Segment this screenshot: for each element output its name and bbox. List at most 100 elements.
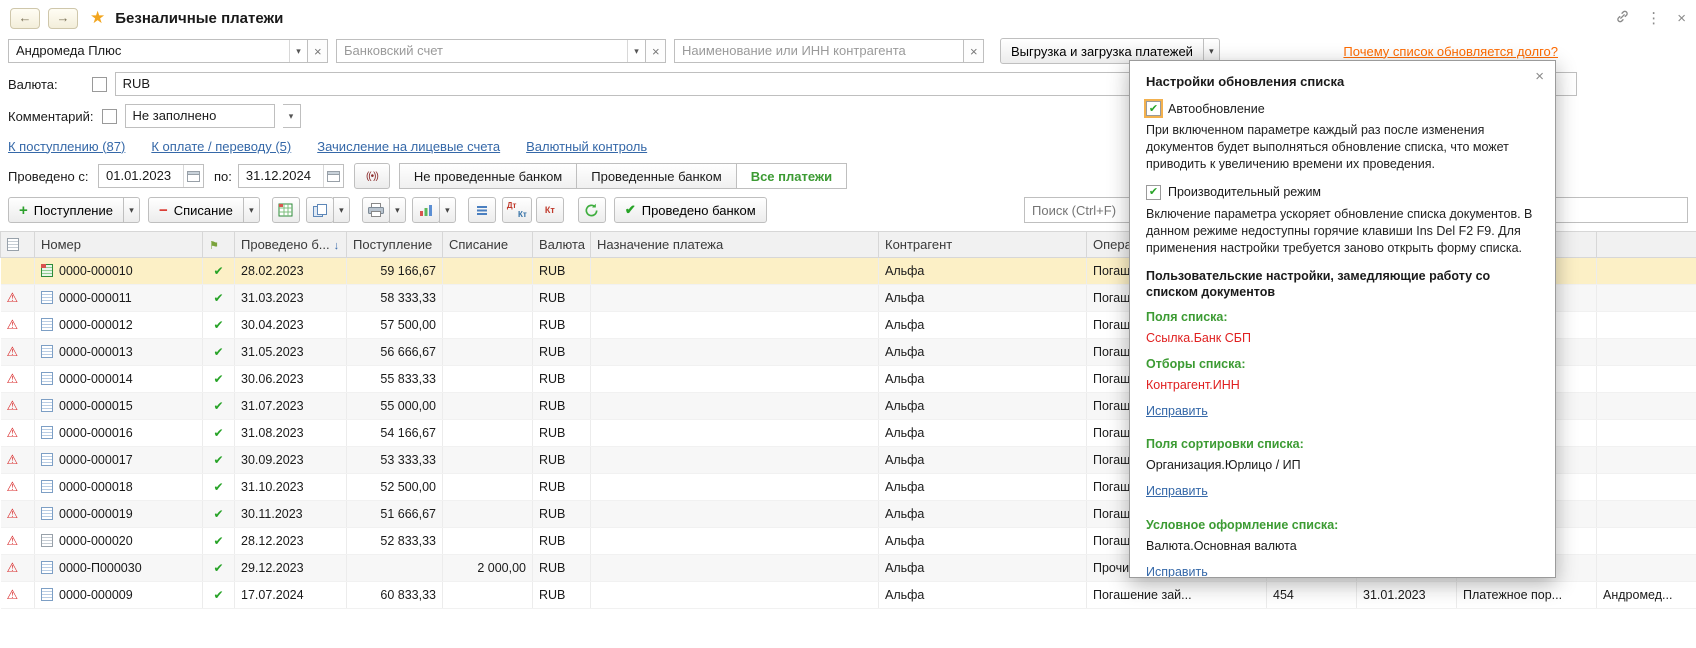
cell-posted-mark[interactable]: ✔ — [203, 312, 235, 339]
cell-receipt[interactable] — [347, 555, 443, 582]
cell-organization[interactable] — [1597, 447, 1696, 474]
header-posted-date[interactable]: Проведено б...↓ — [235, 232, 347, 258]
cell-posted-date[interactable]: 30.04.2023 — [235, 312, 347, 339]
link-to-payment[interactable]: К оплате / переводу (5) — [151, 139, 291, 154]
table-row[interactable]: ⚠0000-000009✔17.07.202460 833,33RUBАльфа… — [1, 582, 1696, 609]
cell-writeoff[interactable] — [443, 339, 533, 366]
cell-currency[interactable]: RUB — [533, 285, 591, 312]
cell-writeoff[interactable] — [443, 474, 533, 501]
cell-purpose[interactable] — [591, 366, 879, 393]
more-menu-icon[interactable]: ⋮ — [1646, 11, 1661, 26]
cell-posted-date[interactable]: 31.05.2023 — [235, 339, 347, 366]
cell-contragent[interactable]: Альфа — [879, 474, 1087, 501]
cell-contragent[interactable]: Альфа — [879, 555, 1087, 582]
cell-receipt[interactable]: 52 833,33 — [347, 528, 443, 555]
header-number[interactable]: Номер — [35, 232, 203, 258]
auto-update-checkbox[interactable]: ✔ — [1146, 101, 1161, 116]
header-posted-mark[interactable]: ⚑ — [203, 232, 235, 258]
period-from-input[interactable]: 01.01.2023 — [98, 164, 204, 188]
cell-organization[interactable] — [1597, 393, 1696, 420]
cell-status[interactable]: ⚠ — [1, 366, 35, 393]
cell-receipt[interactable]: 52 500,00 — [347, 474, 443, 501]
cell-posted-mark[interactable]: ✔ — [203, 447, 235, 474]
cell-number[interactable]: 0000-000014 — [35, 366, 203, 393]
print-dropdown-icon[interactable]: ▾ — [389, 197, 406, 223]
list-settings-button[interactable] — [468, 197, 496, 223]
cell-contragent[interactable]: Альфа — [879, 501, 1087, 528]
copy-documents-button[interactable] — [306, 197, 334, 223]
cell-number[interactable]: 0000-П000030 — [35, 555, 203, 582]
calendar-icon[interactable] — [183, 165, 203, 187]
cell-currency[interactable]: RUB — [533, 447, 591, 474]
cell-status[interactable]: ⚠ — [1, 582, 35, 609]
cell-writeoff[interactable]: 2 000,00 — [443, 555, 533, 582]
cell-contragent[interactable]: Альфа — [879, 366, 1087, 393]
refresh-button[interactable] — [578, 197, 606, 223]
cell-status[interactable]: ⚠ — [1, 474, 35, 501]
cell-posted-date[interactable]: 17.07.2024 — [235, 582, 347, 609]
cell-posted-date[interactable]: 31.07.2023 — [235, 393, 347, 420]
cell-status[interactable]: ⚠ — [1, 285, 35, 312]
header-writeoff[interactable]: Списание — [443, 232, 533, 258]
cell-contragent[interactable]: Альфа — [879, 528, 1087, 555]
cell-posted-mark[interactable]: ✔ — [203, 501, 235, 528]
cell-organization[interactable] — [1597, 258, 1696, 285]
cell-status[interactable] — [1, 258, 35, 285]
cell-status[interactable]: ⚠ — [1, 420, 35, 447]
cell-receipt[interactable]: 59 166,67 — [347, 258, 443, 285]
cell-receipt[interactable]: 54 166,67 — [347, 420, 443, 447]
period-to-input[interactable]: 31.12.2024 — [238, 164, 344, 188]
cell-number[interactable]: 0000-000015 — [35, 393, 203, 420]
receipt-dropdown-icon[interactable]: ▾ — [123, 197, 140, 223]
reports-button[interactable] — [412, 197, 440, 223]
cell-writeoff[interactable] — [443, 366, 533, 393]
cell-receipt[interactable]: 51 666,67 — [347, 501, 443, 528]
cell-number[interactable]: 0000-000019 — [35, 501, 203, 528]
cell-contragent[interactable]: Альфа — [879, 582, 1087, 609]
cell-currency[interactable]: RUB — [533, 258, 591, 285]
comment-filter-checkbox[interactable] — [102, 109, 117, 124]
contragent-filter-input[interactable]: Наименование или ИНН контрагента — [674, 39, 964, 63]
cell-writeoff[interactable] — [443, 258, 533, 285]
cell-posted-date[interactable]: 31.03.2023 — [235, 285, 347, 312]
fix-conditional-link[interactable]: Исправить — [1146, 564, 1208, 578]
cell-organization[interactable] — [1597, 501, 1696, 528]
cell-purpose[interactable] — [591, 447, 879, 474]
cell-status[interactable]: ⚠ — [1, 447, 35, 474]
cell-writeoff[interactable] — [443, 501, 533, 528]
cell-status[interactable]: ⚠ — [1, 393, 35, 420]
receipt-button[interactable]: + Поступление — [8, 197, 124, 223]
dtkt-movements-button[interactable]: ДтКт — [502, 197, 532, 223]
header-purpose[interactable]: Назначение платежа — [591, 232, 879, 258]
cell-organization[interactable] — [1597, 366, 1696, 393]
cell-currency[interactable]: RUB — [533, 474, 591, 501]
cell-number[interactable]: 0000-000010 — [35, 258, 203, 285]
header-status[interactable] — [1, 232, 35, 258]
cell-incoming-number[interactable]: 454 — [1267, 582, 1357, 609]
cell-purpose[interactable] — [591, 258, 879, 285]
cell-incoming-date[interactable]: 31.01.2023 — [1357, 582, 1457, 609]
cell-contragent[interactable]: Альфа — [879, 285, 1087, 312]
cell-currency[interactable]: RUB — [533, 366, 591, 393]
cell-posted-mark[interactable]: ✔ — [203, 582, 235, 609]
posted-by-bank-button[interactable]: ✔ Проведено банком — [614, 197, 767, 223]
cell-purpose[interactable] — [591, 582, 879, 609]
cell-purpose[interactable] — [591, 285, 879, 312]
header-contragent[interactable]: Контрагент — [879, 232, 1087, 258]
cell-posted-date[interactable]: 30.06.2023 — [235, 366, 347, 393]
cell-number[interactable]: 0000-000016 — [35, 420, 203, 447]
excel-export-button[interactable] — [272, 197, 300, 223]
cell-status[interactable]: ⚠ — [1, 339, 35, 366]
tab-all-payments[interactable]: Все платежи — [736, 163, 847, 189]
cell-number[interactable]: 0000-000009 — [35, 582, 203, 609]
cell-posted-mark[interactable]: ✔ — [203, 528, 235, 555]
cell-number[interactable]: 0000-000017 — [35, 447, 203, 474]
kt-button[interactable]: Кт — [536, 197, 564, 223]
nav-forward-button[interactable]: → — [48, 8, 78, 29]
cell-receipt[interactable]: 56 666,67 — [347, 339, 443, 366]
cell-receipt[interactable]: 53 333,33 — [347, 447, 443, 474]
cell-number[interactable]: 0000-000018 — [35, 474, 203, 501]
organization-combobox[interactable]: Андромеда Плюс ▾ — [8, 39, 308, 63]
cell-currency[interactable]: RUB — [533, 555, 591, 582]
writeoff-dropdown-icon[interactable]: ▾ — [243, 197, 260, 223]
